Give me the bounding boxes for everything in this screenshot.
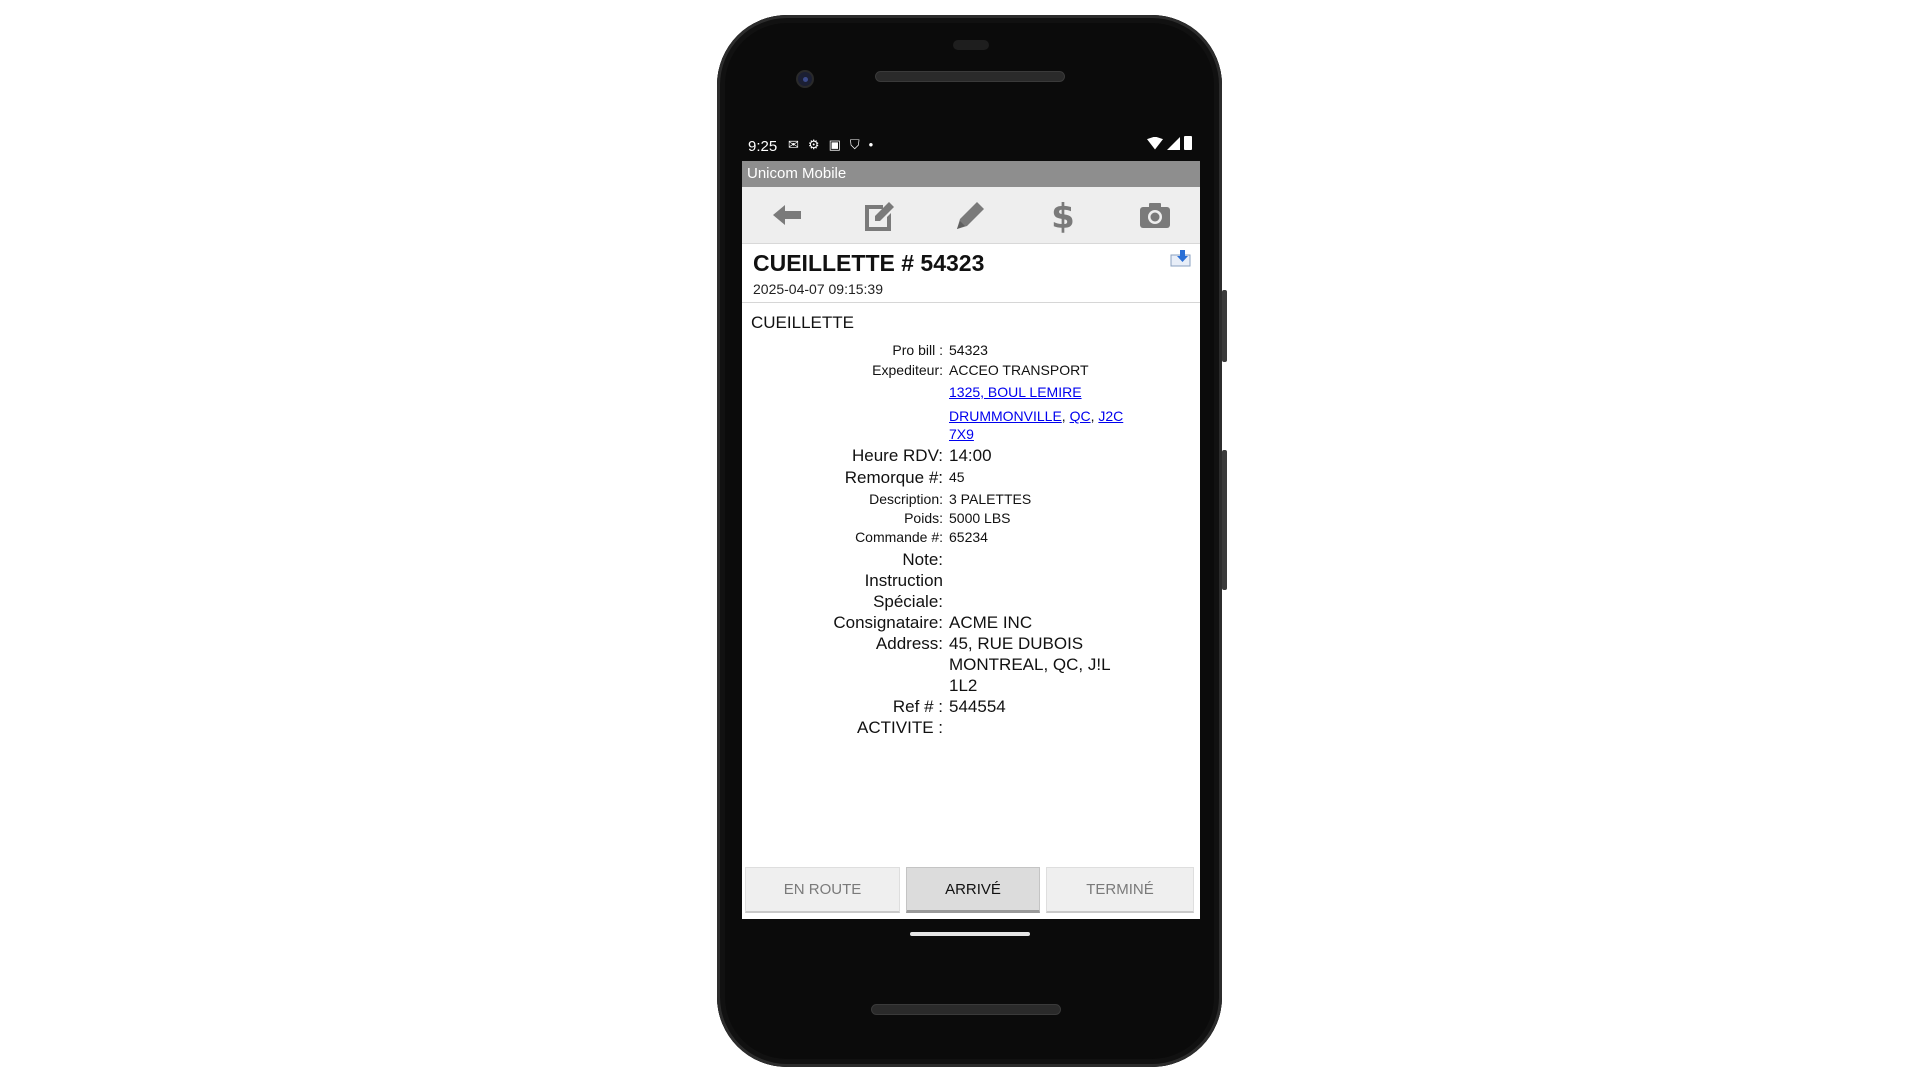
job-title: CUEILLETTE # 54323 [753, 250, 985, 276]
status-right-icons [1147, 136, 1192, 150]
bottom-speaker [871, 1004, 1061, 1015]
a-icon: ▣ [828, 137, 841, 152]
job-datetime: 2025-04-07 09:15:39 [753, 281, 883, 297]
home-gesture-bar[interactable] [910, 932, 1030, 936]
row-activite: ACTIVITE : [857, 718, 943, 737]
status-time: 9:25 [748, 138, 778, 155]
download-icon[interactable] [1170, 249, 1192, 267]
row-note: Note: [902, 550, 943, 569]
row-addr2: DRUMMONVILLE, QC, J2C 7X9 [949, 408, 1124, 442]
status-bar: 9:25 ✉ ⚙ ▣ ⛉ • [740, 135, 1200, 159]
volume-button [1222, 450, 1227, 590]
payment-button[interactable]: $ [1042, 194, 1084, 236]
row-remorque: Remorque #: 45 [844, 468, 965, 487]
earpiece [953, 40, 989, 50]
front-camera [796, 70, 814, 88]
row-address-3: 1L2 [949, 676, 978, 695]
back-button[interactable] [766, 194, 808, 236]
address-link-city[interactable]: DRUMMONVILLE [949, 408, 1062, 424]
row-instruction-2: Spéciale: [873, 592, 943, 611]
row-expediteur: Expediteur: ACCEO TRANSPORT [872, 362, 1089, 378]
job-details: Pro bill : 54323 Expediteur: ACCEO TRANS… [742, 341, 1200, 738]
toolbar: $ [742, 187, 1200, 244]
section-label: CUEILLETTE [751, 313, 854, 332]
battery-icon [1184, 136, 1192, 150]
row-ref: Ref # : 544554 [892, 697, 1006, 716]
row-description: Description: 3 PALETTES [869, 491, 1032, 507]
top-speaker [875, 71, 1065, 82]
pencil-icon [957, 202, 984, 229]
dot-icon: • [868, 137, 874, 152]
edit-note-button[interactable] [858, 194, 900, 236]
row-poids: Poids: 5000 LBS [904, 510, 1011, 526]
job-header: CUEILLETTE # 54323 2025-04-07 09:15:39 [742, 244, 1200, 303]
row-commande: Commande #: 65234 [855, 529, 988, 545]
status-buttons: EN ROUTE ARRIVÉ TERMINÉ [742, 867, 1200, 917]
shield-icon: ⛉ [849, 137, 860, 152]
address-link-province[interactable]: QC [1070, 408, 1091, 424]
camera-button[interactable] [1134, 194, 1176, 236]
gear-icon: ⚙ [807, 137, 820, 152]
sign-button[interactable] [950, 194, 992, 236]
wifi-icon [1147, 136, 1163, 150]
address-link-postal[interactable]: J2C [1098, 408, 1123, 424]
back-arrow-icon [773, 205, 801, 225]
power-button [1222, 290, 1227, 362]
arrive-button[interactable]: ARRIVÉ [906, 867, 1040, 913]
row-address: Address: 45, RUE DUBOIS [875, 634, 1084, 653]
camera-icon [1140, 203, 1170, 228]
app-screen: Unicom Mobile $ CUEILLETTE # 54323 2025-… [742, 161, 1200, 919]
status-icons: ✉ ⚙ ▣ ⛉ • [788, 137, 873, 153]
edit-note-icon [865, 202, 894, 231]
svg-text:$: $ [1051, 197, 1075, 233]
row-instruction: Instruction [864, 571, 943, 590]
en-route-button[interactable]: EN ROUTE [745, 867, 900, 913]
address-link-postal-2[interactable]: 7X9 [949, 426, 974, 442]
row-address-2: MONTREAL, QC, J!L [949, 655, 1111, 674]
row-probill: Pro bill : 54323 [892, 342, 988, 358]
app-title: Unicom Mobile [742, 161, 1200, 187]
mail-icon: ✉ [788, 137, 799, 152]
address-link-street[interactable]: 1325, BOUL LEMIRE [949, 384, 1082, 400]
row-addr1: 1325, BOUL LEMIRE [742, 383, 1200, 401]
termine-button[interactable]: TERMINÉ [1046, 867, 1194, 913]
signal-icon [1167, 136, 1180, 150]
row-consignataire: Consignataire: ACME INC [833, 613, 1033, 632]
dollar-icon: $ [1051, 197, 1075, 233]
row-heure: Heure RDV: 14:00 [851, 446, 992, 465]
